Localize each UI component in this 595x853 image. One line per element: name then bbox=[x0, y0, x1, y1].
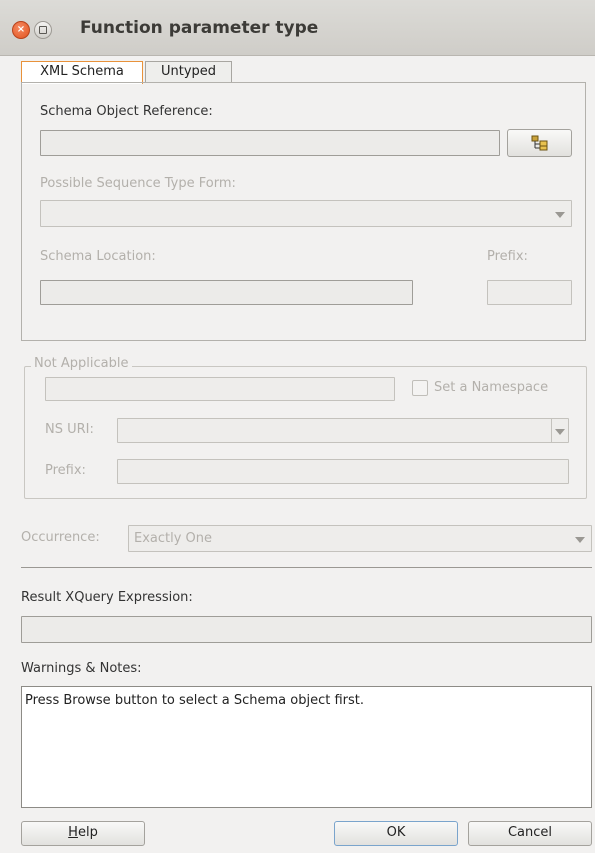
help-label: elp bbox=[77, 825, 98, 840]
schema-prefix-label: Prefix: bbox=[487, 249, 528, 264]
ok-button[interactable]: OK bbox=[334, 821, 458, 846]
occurrence-value: Exactly One bbox=[134, 531, 213, 546]
close-icon[interactable]: × bbox=[12, 21, 30, 39]
schema-location-label: Schema Location: bbox=[40, 249, 156, 264]
schema-object-reference-field[interactable] bbox=[40, 130, 500, 156]
result-expression-field[interactable] bbox=[21, 616, 592, 643]
chevron-down-icon bbox=[575, 536, 585, 543]
namespace-field[interactable] bbox=[45, 377, 395, 401]
schema-object-reference-label: Schema Object Reference: bbox=[40, 104, 213, 119]
ns-uri-label: NS URI: bbox=[45, 422, 94, 437]
sequence-type-form-select[interactable] bbox=[40, 200, 572, 227]
window-title: Function parameter type bbox=[80, 18, 319, 38]
ns-prefix-field[interactable] bbox=[117, 459, 569, 484]
help-button[interactable]: Help bbox=[21, 821, 145, 846]
warnings-label: Warnings & Notes: bbox=[21, 661, 142, 676]
namespace-group-legend: Not Applicable bbox=[31, 356, 132, 371]
tree-browse-icon bbox=[531, 135, 547, 151]
schema-prefix-field[interactable] bbox=[487, 280, 572, 305]
chevron-down-icon bbox=[555, 211, 565, 218]
result-expression-label: Result XQuery Expression: bbox=[21, 590, 193, 605]
chevron-down-icon bbox=[555, 428, 565, 435]
occurrence-label: Occurrence: bbox=[21, 530, 100, 545]
sequence-type-form-label: Possible Sequence Type Form: bbox=[40, 176, 236, 191]
maximize-icon[interactable] bbox=[34, 21, 52, 39]
browse-button[interactable] bbox=[507, 129, 572, 157]
warnings-textarea[interactable]: Press Browse button to select a Schema o… bbox=[21, 686, 592, 808]
help-mnemonic: H bbox=[68, 825, 78, 840]
set-namespace-label: Set a Namespace bbox=[434, 380, 549, 395]
ns-uri-select[interactable] bbox=[117, 418, 569, 443]
ns-uri-dropdown-button[interactable] bbox=[551, 419, 568, 442]
tab-xml-schema[interactable]: XML Schema bbox=[21, 61, 143, 84]
title-bar: × Function parameter type bbox=[0, 0, 595, 56]
set-namespace-checkbox[interactable] bbox=[412, 380, 428, 396]
ns-prefix-label: Prefix: bbox=[45, 463, 86, 478]
schema-location-field[interactable] bbox=[40, 280, 413, 305]
cancel-button[interactable]: Cancel bbox=[468, 821, 592, 846]
separator bbox=[21, 567, 592, 568]
occurrence-select[interactable]: Exactly One bbox=[128, 525, 592, 552]
tab-untyped[interactable]: Untyped bbox=[145, 61, 232, 83]
